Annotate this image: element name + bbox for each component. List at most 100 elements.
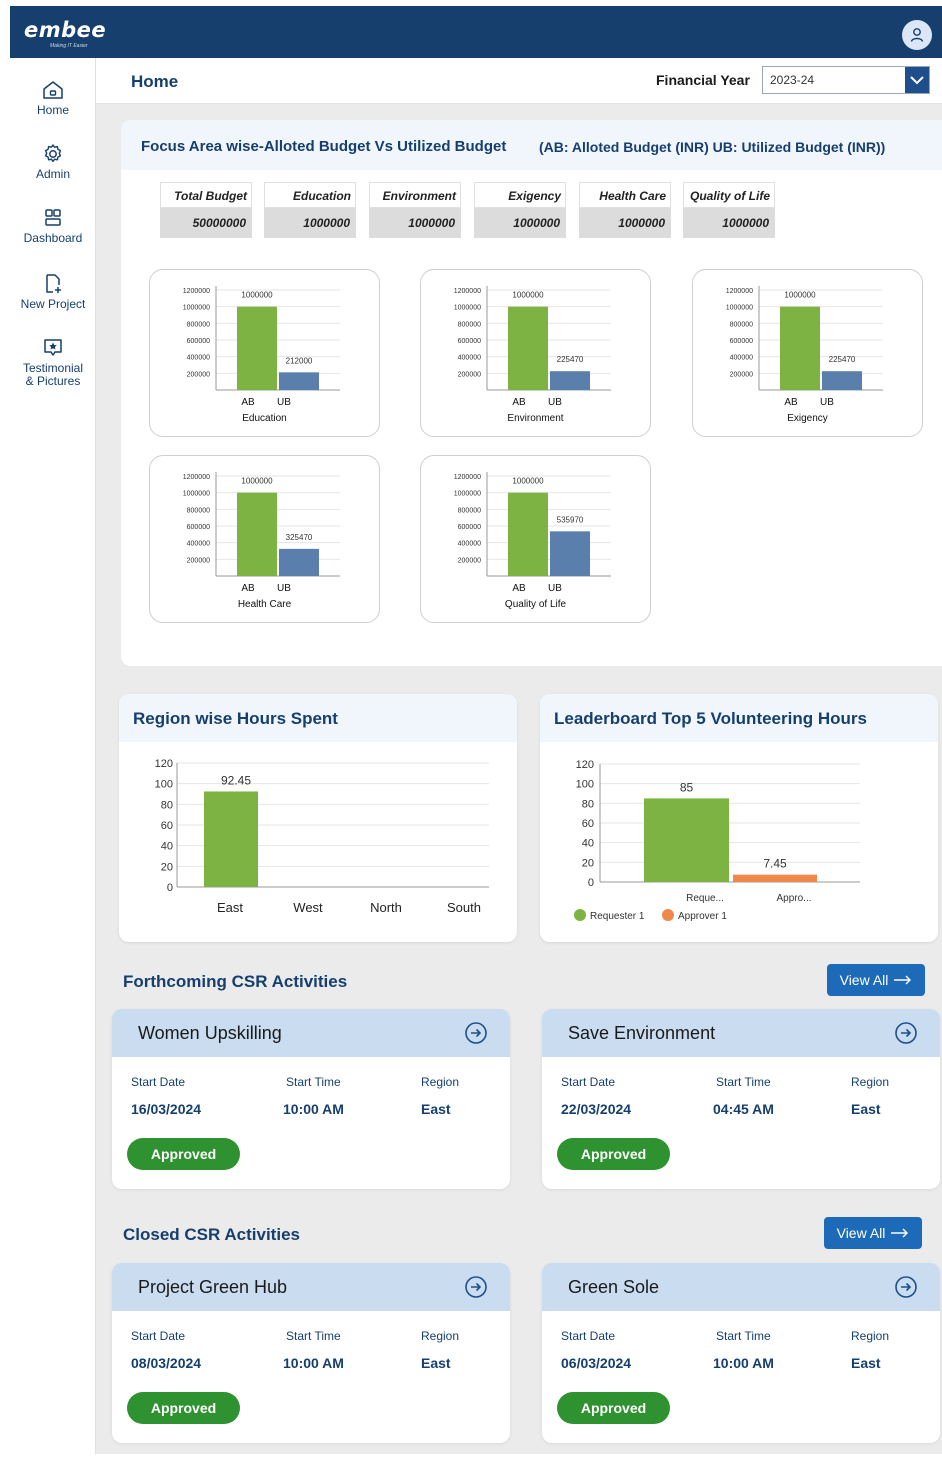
activity-card[interactable]: Women Upskilling Start Date Start Time R… xyxy=(112,1009,510,1189)
y-tick-label: 200000 xyxy=(458,557,481,564)
y-tick-label: 200000 xyxy=(730,371,753,378)
forthcoming-title: Forthcoming CSR Activities xyxy=(123,972,348,991)
sidebar-item-admin[interactable]: Admin xyxy=(10,142,96,181)
budget-legend: (AB: Alloted Budget (INR) UB: Utilized B… xyxy=(539,139,886,155)
sidebar-item-testimonial[interactable]: Testimonial & Pictures xyxy=(10,336,96,388)
y-tick-label: 1000000 xyxy=(454,305,481,312)
x-tick-label: AB xyxy=(512,397,526,408)
activity-title: Project Green Hub xyxy=(138,1277,288,1297)
y-tick-label: 100 xyxy=(155,779,173,791)
leaderboard-panel: Leaderboard Top 5 Volunteering Hours 120… xyxy=(540,694,938,942)
financial-year-select[interactable]: 2023-24 xyxy=(762,66,930,94)
y-tick-label: 800000 xyxy=(730,321,753,328)
arrow-circle-right-icon[interactable] xyxy=(894,1275,918,1299)
budget-tile: Quality of Life 1000000 xyxy=(683,182,775,238)
start-date-label: Start Date xyxy=(131,1329,186,1343)
sidebar-item-new-project[interactable]: New Project xyxy=(10,272,96,311)
arrow-circle-right-icon[interactable] xyxy=(464,1021,488,1045)
y-tick-label: 1200000 xyxy=(183,474,210,481)
region-value: East xyxy=(421,1101,451,1117)
y-tick-label: 200000 xyxy=(187,557,210,564)
focus-chart-card: 1200000 1000000 800000 600000 400000 200000 10… xyxy=(692,269,923,437)
focus-chart-name: Quality of Life xyxy=(504,599,567,610)
budget-tile-label: Quality of Life xyxy=(683,182,775,208)
budget-tile-label: Total Budget xyxy=(160,182,252,208)
activity-card[interactable]: Project Green Hub Start Date Start Time … xyxy=(112,1263,510,1443)
chart-bar xyxy=(237,306,277,390)
y-tick-label: 400000 xyxy=(458,541,481,548)
y-tick-label: 1200000 xyxy=(183,288,210,295)
budget-tile-value: 1000000 xyxy=(683,208,775,238)
view-all-label: View All xyxy=(839,972,889,988)
activity-card[interactable]: Green Sole Start Date Start Time Region … xyxy=(542,1263,940,1443)
data-label: 92.45 xyxy=(221,773,251,787)
chart-bar xyxy=(508,306,548,390)
focus-chart-name: Environment xyxy=(507,413,564,424)
chart-bar xyxy=(780,306,820,390)
chart-bar xyxy=(733,874,817,882)
y-tick-label: 60 xyxy=(161,820,173,832)
x-tick-label: AB xyxy=(784,397,798,408)
y-tick-label: 400000 xyxy=(187,541,210,548)
x-tick-label: AB xyxy=(241,397,255,408)
focus-chart-card: 1200000 1000000 800000 600000 400000 200000 10… xyxy=(149,269,380,437)
budget-tile: Environment 1000000 xyxy=(369,182,461,238)
data-label: 1000000 xyxy=(512,477,544,486)
activity-card-header: Save Environment xyxy=(542,1009,940,1057)
sidebar-item-home[interactable]: Home xyxy=(10,78,96,117)
logo[interactable]: embee xyxy=(24,18,106,42)
forthcoming-view-all-button[interactable]: View All xyxy=(827,964,925,996)
data-label: 1000000 xyxy=(241,291,273,300)
y-tick-label: 0 xyxy=(167,882,173,894)
x-tick-label: North xyxy=(370,900,402,915)
data-label: 535970 xyxy=(557,515,584,524)
y-tick-label: 1000000 xyxy=(454,491,481,498)
region-value: East xyxy=(851,1101,881,1117)
sidebar: Home Admin Dashboard New Project Testimo… xyxy=(10,58,96,1454)
arrow-circle-right-icon[interactable] xyxy=(894,1021,918,1045)
y-tick-label: 20 xyxy=(161,861,173,873)
focus-chart-name: Education xyxy=(242,413,287,424)
chevron-down-icon xyxy=(910,76,924,85)
y-tick-label: 1000000 xyxy=(183,305,210,312)
y-tick-label: 200000 xyxy=(458,371,481,378)
legend-label: Approver 1 xyxy=(678,911,727,922)
activity-card-header: Women Upskilling xyxy=(112,1009,510,1057)
arrow-circle-right-icon[interactable] xyxy=(464,1275,488,1299)
y-tick-label: 400000 xyxy=(730,355,753,362)
y-tick-label: 600000 xyxy=(458,338,481,345)
financial-year-dropdown-button[interactable] xyxy=(905,67,929,93)
user-avatar[interactable] xyxy=(902,20,932,50)
y-tick-label: 80 xyxy=(161,799,173,811)
data-label: 325470 xyxy=(286,533,313,542)
x-tick-label: East xyxy=(217,900,243,915)
y-tick-label: 40 xyxy=(161,841,173,853)
chart-bar xyxy=(550,371,590,390)
region-label: Region xyxy=(421,1329,460,1343)
budget-tile: Exigency 1000000 xyxy=(474,182,566,238)
y-tick-label: 200000 xyxy=(187,371,210,378)
sidebar-item-dashboard[interactable]: Dashboard xyxy=(10,206,96,245)
y-tick-label: 1200000 xyxy=(454,474,481,481)
y-tick-label: 800000 xyxy=(458,321,481,328)
budget-tile-label: Environment xyxy=(369,182,461,208)
home-icon xyxy=(43,81,63,99)
focus-chart-name: Health Care xyxy=(237,599,292,610)
leaderboard-chart: 120 100 80 60 40 20 0 85 7.45 Reque... Appro... Req… xyxy=(574,759,860,922)
status-badge: Approved xyxy=(557,1138,670,1170)
budget-panel-header: Focus Area wise-Alloted Budget Vs Utiliz… xyxy=(121,120,942,170)
data-label: 225470 xyxy=(557,355,584,364)
y-tick-label: 120 xyxy=(576,759,594,771)
legend-swatch xyxy=(574,909,586,921)
closed-view-all-button[interactable]: View All xyxy=(824,1217,922,1249)
y-tick-label: 120 xyxy=(155,758,173,770)
data-label: 1000000 xyxy=(241,477,273,486)
chart-bar xyxy=(204,791,258,887)
x-tick-label: Reque... xyxy=(686,893,724,904)
activity-card[interactable]: Save Environment Start Date Start Time R… xyxy=(542,1009,940,1189)
start-time-value: 04:45 AM xyxy=(713,1101,774,1117)
region-label: Region xyxy=(851,1329,890,1343)
chart-bar xyxy=(279,548,319,576)
focus-chart-card: 1200000 1000000 800000 600000 400000 200000 10… xyxy=(149,455,380,623)
start-time-value: 10:00 AM xyxy=(283,1355,344,1371)
